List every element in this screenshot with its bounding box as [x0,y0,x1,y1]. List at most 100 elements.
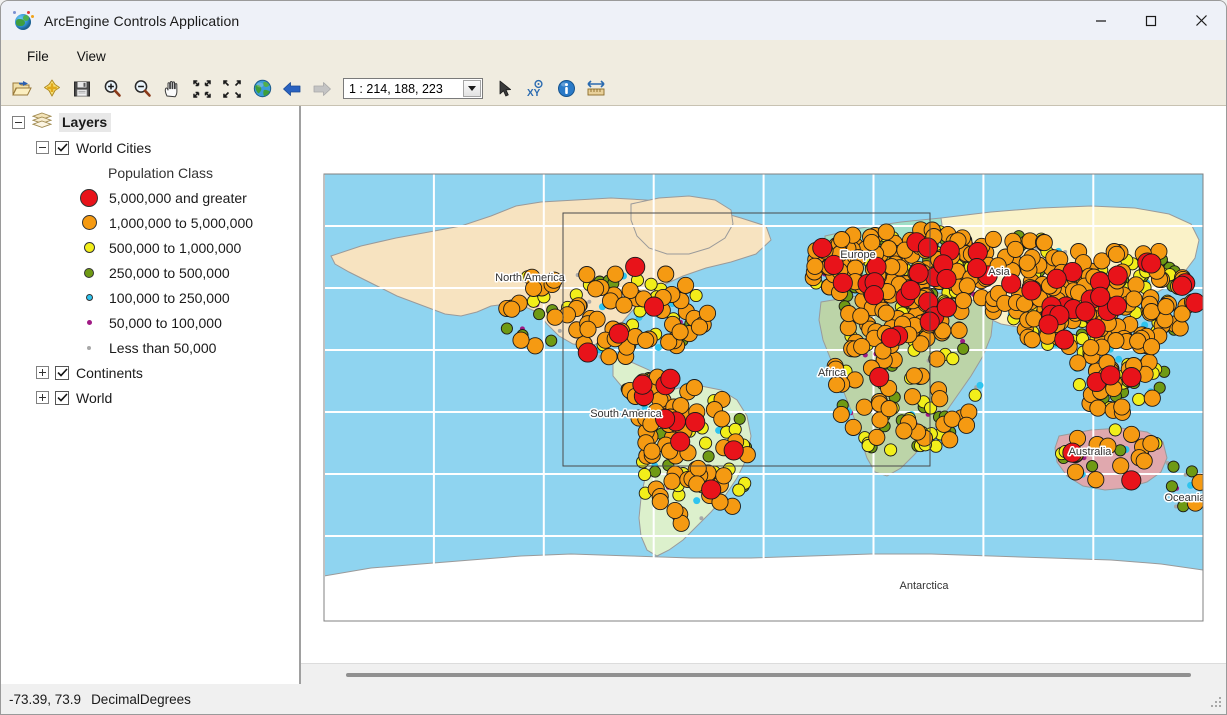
city-symbol [723,440,744,461]
city-symbol [812,237,833,258]
menu-file[interactable]: File [13,45,63,68]
legend-class-3[interactable]: 500,000 to 1,000,000 [1,235,299,260]
zoom-out-button[interactable] [127,75,157,103]
scrollbar-thumb[interactable] [346,672,1191,677]
city-symbol [1112,457,1130,475]
map-graphic[interactable]: North AmericaNorth AmericaSouth AmericaS… [301,106,1227,662]
city-symbol [1023,331,1041,349]
checkbox-continents[interactable] [55,365,69,380]
collapse-world-cities-icon[interactable] [36,141,49,154]
legend-class-label: 1,000,000 to 5,000,000 [109,214,254,231]
city-symbol [608,323,629,344]
minimize-button[interactable] [1076,1,1126,40]
resize-grip-icon[interactable] [1210,697,1223,710]
legend-title: Population Class [108,164,214,181]
checkbox-world[interactable] [55,390,69,405]
city-symbol [660,368,681,389]
open-folder-icon [12,80,32,95]
city-symbol [1087,471,1105,489]
toc-layer-continents[interactable]: Continents [1,360,299,385]
city-symbol [1191,473,1203,491]
legend-class-6[interactable]: 50,000 to 100,000 [1,310,299,335]
maximize-button[interactable] [1126,1,1176,40]
legend-class-4[interactable]: 250,000 to 500,000 [1,260,299,285]
city-symbol [670,431,691,452]
measure-ruler-icon [587,80,605,96]
legend-class-5[interactable]: 100,000 to 250,000 [1,285,299,310]
map-canvas[interactable]: North America North America South America S… [301,106,1227,662]
city-symbol [1090,286,1111,307]
city-symbol [1121,367,1142,388]
toc-layer-world-cities[interactable]: World Cities [1,135,299,160]
open-document-button[interactable] [7,75,37,103]
add-data-icon [44,79,60,97]
checkbox-world-cities[interactable] [55,140,69,155]
city-symbol [1108,423,1122,437]
expand-world-icon[interactable] [36,391,49,404]
menu-bar: File View [1,40,1226,72]
window-title: ArcEngine Controls Application [44,12,240,29]
collapse-layers-icon[interactable] [12,116,25,129]
city-symbol [936,297,957,318]
city-symbol [600,348,618,366]
toc-layer-label: World [76,389,113,406]
status-bar: -73.39, 73.9 DecimalDegrees [1,684,1226,714]
city-symbol [958,277,976,295]
fixed-zoom-in-button[interactable] [187,75,217,103]
city-symbol [579,320,597,338]
city-symbol [895,422,913,440]
city-symbol [1100,365,1121,386]
toc-layer-label: World Cities [76,139,152,156]
city-symbol [587,280,605,298]
city-symbol [943,410,961,428]
city-symbol [903,388,922,406]
expand-continents-icon[interactable] [36,366,49,379]
city-symbol [512,331,530,349]
pan-button[interactable] [157,75,187,103]
add-data-button[interactable] [37,75,67,103]
table-of-contents[interactable]: Layers World Cities Population Class 5,0… [1,106,300,686]
select-features-tool[interactable] [491,75,521,103]
legend-symbol-icon [75,320,103,325]
application-window: ArcEngine Controls Application File View… [0,0,1227,715]
legend-class-2[interactable]: 1,000,000 to 5,000,000 [1,210,299,235]
toc-root-label: Layers [59,113,112,132]
city-symbol [1046,268,1067,289]
city-symbol [615,296,633,314]
city-symbol [1038,314,1059,335]
map-scale-combobox[interactable]: 1 : 214, 188, 223 [343,78,483,99]
legend-class-7[interactable]: Less than 50,000 [1,335,299,360]
go-back-extent-button[interactable] [277,75,307,103]
fixed-zoom-out-button[interactable] [217,75,247,103]
city-symbol [1125,290,1143,308]
zoom-in-button[interactable] [97,75,127,103]
maximize-icon [1145,15,1157,26]
chevron-down-icon[interactable] [463,80,481,97]
city-symbol [693,497,701,505]
map-horizontal-scrollbar[interactable] [301,663,1226,685]
menu-view[interactable]: View [63,45,120,68]
go-next-extent-button[interactable] [307,75,337,103]
identify-tool[interactable] [551,75,581,103]
map-label: Australia [1069,446,1113,458]
city-symbol [863,285,885,306]
city-symbol [546,308,564,326]
city-symbol [677,276,695,294]
toc-layer-world[interactable]: World [1,385,299,410]
forward-arrow-icon [313,81,331,96]
full-extent-button[interactable] [247,75,277,103]
city-symbol [976,381,984,389]
measure-tool[interactable] [581,75,611,103]
toc-root-layers[interactable]: Layers [1,110,299,135]
map-panel[interactable]: North America North America South America S… [300,106,1227,686]
legend-class-1[interactable]: 5,000,000 and greater [1,185,299,210]
toolbar: 1 : 214, 188, 223 XY [1,72,1226,106]
save-document-button[interactable] [67,75,97,103]
city-symbol [1121,470,1142,491]
close-button[interactable] [1176,1,1226,40]
city-symbol [1167,460,1180,473]
city-symbol [853,337,871,356]
xy-coordinate-tool[interactable]: XY [521,75,551,103]
city-symbol [1115,355,1123,363]
select-arrow-icon [499,80,511,96]
